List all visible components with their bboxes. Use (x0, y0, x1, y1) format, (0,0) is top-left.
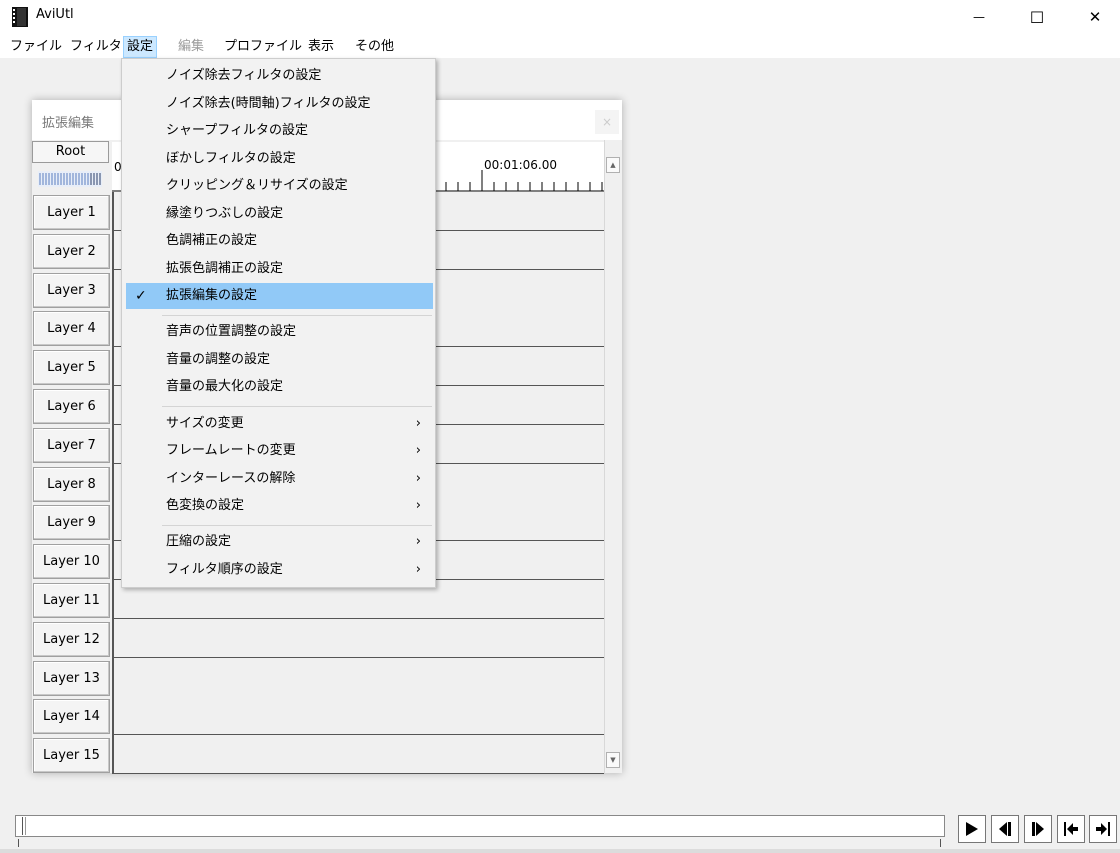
layer-track[interactable] (112, 735, 604, 774)
title-bar: AviUtl — ☐ ✕ (0, 0, 1120, 34)
vertical-scrollbar[interactable]: ▲ ▼ (604, 140, 621, 773)
scroll-down-arrow-icon[interactable]: ▼ (606, 752, 620, 768)
chevron-right-icon: › (415, 498, 421, 513)
prev-frame-button[interactable] (991, 815, 1019, 843)
check-icon: ✓ (135, 288, 147, 304)
layer-button[interactable]: Layer 8 (33, 467, 110, 502)
layer-button[interactable]: Layer 2 (33, 234, 110, 269)
play-icon (966, 822, 978, 836)
next-frame-icon (1032, 822, 1044, 836)
layer-button[interactable]: Layer 10 (33, 544, 110, 579)
go-to-start-button[interactable] (1057, 815, 1085, 843)
layer-button[interactable]: Layer 4 (33, 311, 110, 346)
layer-button[interactable]: Layer 5 (33, 350, 110, 385)
seek-bar[interactable] (15, 815, 945, 837)
menu-other[interactable]: その他 (351, 36, 398, 58)
prev-frame-icon (999, 822, 1011, 836)
layer-button[interactable]: Layer 13 (33, 661, 110, 696)
layer-button[interactable]: Layer 15 (33, 738, 110, 773)
menu-item-volume-adjust[interactable]: 音量の調整の設定 (126, 347, 433, 373)
menu-item-noise-time-filter[interactable]: ノイズ除去(時間軸)フィルタの設定 (126, 91, 433, 117)
menu-item-clipping-resize[interactable]: クリッピング＆リサイズの設定 (126, 173, 433, 199)
menu-item-ext-color-correction[interactable]: 拡張色調補正の設定 (126, 256, 433, 282)
skip-to-end-icon (1096, 822, 1110, 836)
layer-button[interactable]: Layer 14 (33, 699, 110, 734)
seek-tick (18, 839, 19, 847)
menu-item-color-correction[interactable]: 色調補正の設定 (126, 228, 433, 254)
menu-item-sharp-filter[interactable]: シャープフィルタの設定 (126, 118, 433, 144)
chevron-right-icon: › (415, 562, 421, 577)
menu-item-audio-position[interactable]: 音声の位置調整の設定 (126, 319, 433, 345)
close-button[interactable]: ✕ (1072, 0, 1118, 34)
next-frame-button[interactable] (1024, 815, 1052, 843)
settings-dropdown: ノイズ除去フィルタの設定 ノイズ除去(時間軸)フィルタの設定 シャープフィルタの… (121, 58, 436, 588)
timeline-close-button[interactable]: × (595, 110, 619, 134)
layer-button[interactable]: Layer 1 (33, 195, 110, 230)
play-button[interactable] (958, 815, 986, 843)
layer-track[interactable] (112, 696, 604, 735)
skip-to-start-icon (1064, 822, 1078, 836)
go-to-end-button[interactable] (1089, 815, 1117, 843)
seek-tick (940, 839, 941, 847)
menu-settings[interactable]: 設定 (123, 36, 158, 58)
chevron-right-icon: › (415, 534, 421, 549)
timeline-title: 拡張編集 (42, 116, 95, 131)
maximize-button[interactable]: ☐ (1014, 0, 1060, 34)
minimize-icon: — (973, 10, 985, 24)
menu-item-compression[interactable]: 圧縮の設定 › (126, 529, 433, 555)
window-title: AviUtl (36, 7, 74, 22)
zoom-bar[interactable] (38, 171, 102, 187)
menu-item-volume-maximize[interactable]: 音量の最大化の設定 (126, 374, 433, 400)
layer-button[interactable]: Layer 3 (33, 273, 110, 308)
menu-item-resize[interactable]: サイズの変更 › (126, 411, 433, 437)
menu-item-border-fill[interactable]: 縁塗りつぶしの設定 (126, 201, 433, 227)
seek-thumb[interactable] (22, 817, 26, 835)
layer-button[interactable]: Layer 6 (33, 389, 110, 424)
menu-item-deinterlace[interactable]: インターレースの解除 › (126, 466, 433, 492)
menu-item-color-convert[interactable]: 色変換の設定 › (126, 493, 433, 519)
minimize-button[interactable]: — (956, 0, 1002, 34)
menu-filter[interactable]: フィルタ (66, 36, 126, 58)
layer-button[interactable]: Layer 7 (33, 428, 110, 463)
menu-bar: ファイル フィルタ 設定 編集 プロファイル 表示 その他 (0, 34, 1120, 58)
menu-item-framerate[interactable]: フレームレートの変更 › (126, 438, 433, 464)
layer-track[interactable] (112, 658, 604, 697)
chevron-right-icon: › (415, 471, 421, 486)
layer-button[interactable]: Layer 9 (33, 505, 110, 540)
menu-item-blur-filter[interactable]: ぼかしフィルタの設定 (126, 146, 433, 172)
menu-separator (162, 525, 432, 526)
menu-separator (162, 315, 432, 316)
menu-edit[interactable]: 編集 (174, 36, 208, 58)
film-strip-icon (12, 7, 28, 27)
layer-button[interactable]: Layer 12 (33, 622, 110, 657)
menu-file[interactable]: ファイル (6, 36, 66, 58)
bottom-edge (0, 849, 1120, 853)
scroll-up-arrow-icon[interactable]: ▲ (606, 157, 620, 173)
menu-separator (162, 406, 432, 407)
menu-item-noise-filter[interactable]: ノイズ除去フィルタの設定 (126, 63, 433, 89)
close-icon: ✕ (1088, 8, 1102, 26)
menu-item-extended-edit[interactable]: ✓ 拡張編集の設定 (126, 283, 433, 309)
maximize-icon: ☐ (1029, 7, 1045, 27)
menu-view[interactable]: 表示 (304, 36, 338, 58)
chevron-right-icon: › (415, 416, 421, 431)
menu-profile[interactable]: プロファイル (220, 36, 306, 58)
chevron-right-icon: › (415, 443, 421, 458)
layer-button[interactable]: Layer 11 (33, 583, 110, 618)
layer-track[interactable] (112, 619, 604, 658)
menu-item-filter-order[interactable]: フィルタ順序の設定 › (126, 557, 433, 583)
close-icon: × (601, 115, 613, 129)
root-button[interactable]: Root (32, 141, 109, 163)
